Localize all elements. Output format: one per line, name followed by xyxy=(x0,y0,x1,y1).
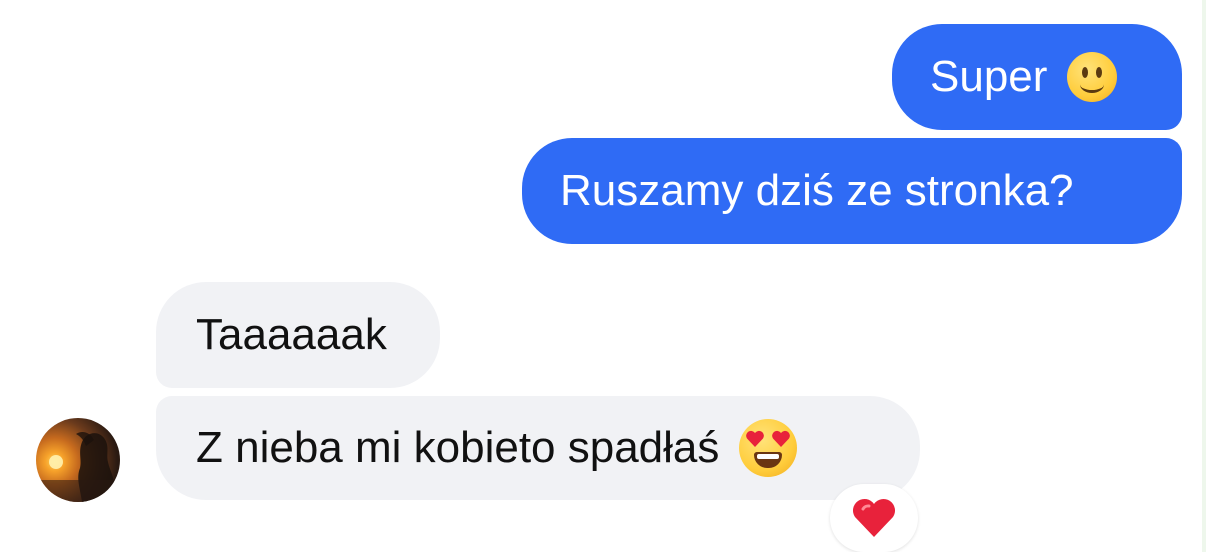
outgoing-message-bubble[interactable]: Super xyxy=(892,24,1182,130)
contact-avatar[interactable] xyxy=(36,418,120,502)
message-text: Super xyxy=(930,52,1048,101)
incoming-message-bubble[interactable]: Taaaaaak xyxy=(156,282,440,388)
message-text: Z nieba mi kobieto spadłaś xyxy=(196,423,720,472)
window-edge xyxy=(1202,0,1206,552)
red-heart-icon xyxy=(852,498,896,537)
outgoing-message-bubble[interactable]: Ruszamy dziś ze stronka? xyxy=(522,138,1182,244)
chat-thread: Super Ruszamy dziś ze stronka? Taaaaaak … xyxy=(0,0,1206,552)
smiling-face-with-heart-eyes-icon xyxy=(739,419,798,477)
slightly-smiling-face-icon xyxy=(1067,52,1118,102)
contact-avatar-photo xyxy=(36,432,120,502)
message-text: Ruszamy dziś ze stronka? xyxy=(560,166,1074,215)
incoming-message-bubble[interactable]: Z nieba mi kobieto spadłaś xyxy=(156,396,920,500)
message-text: Taaaaaak xyxy=(196,310,387,359)
reaction-badge[interactable] xyxy=(830,484,918,552)
